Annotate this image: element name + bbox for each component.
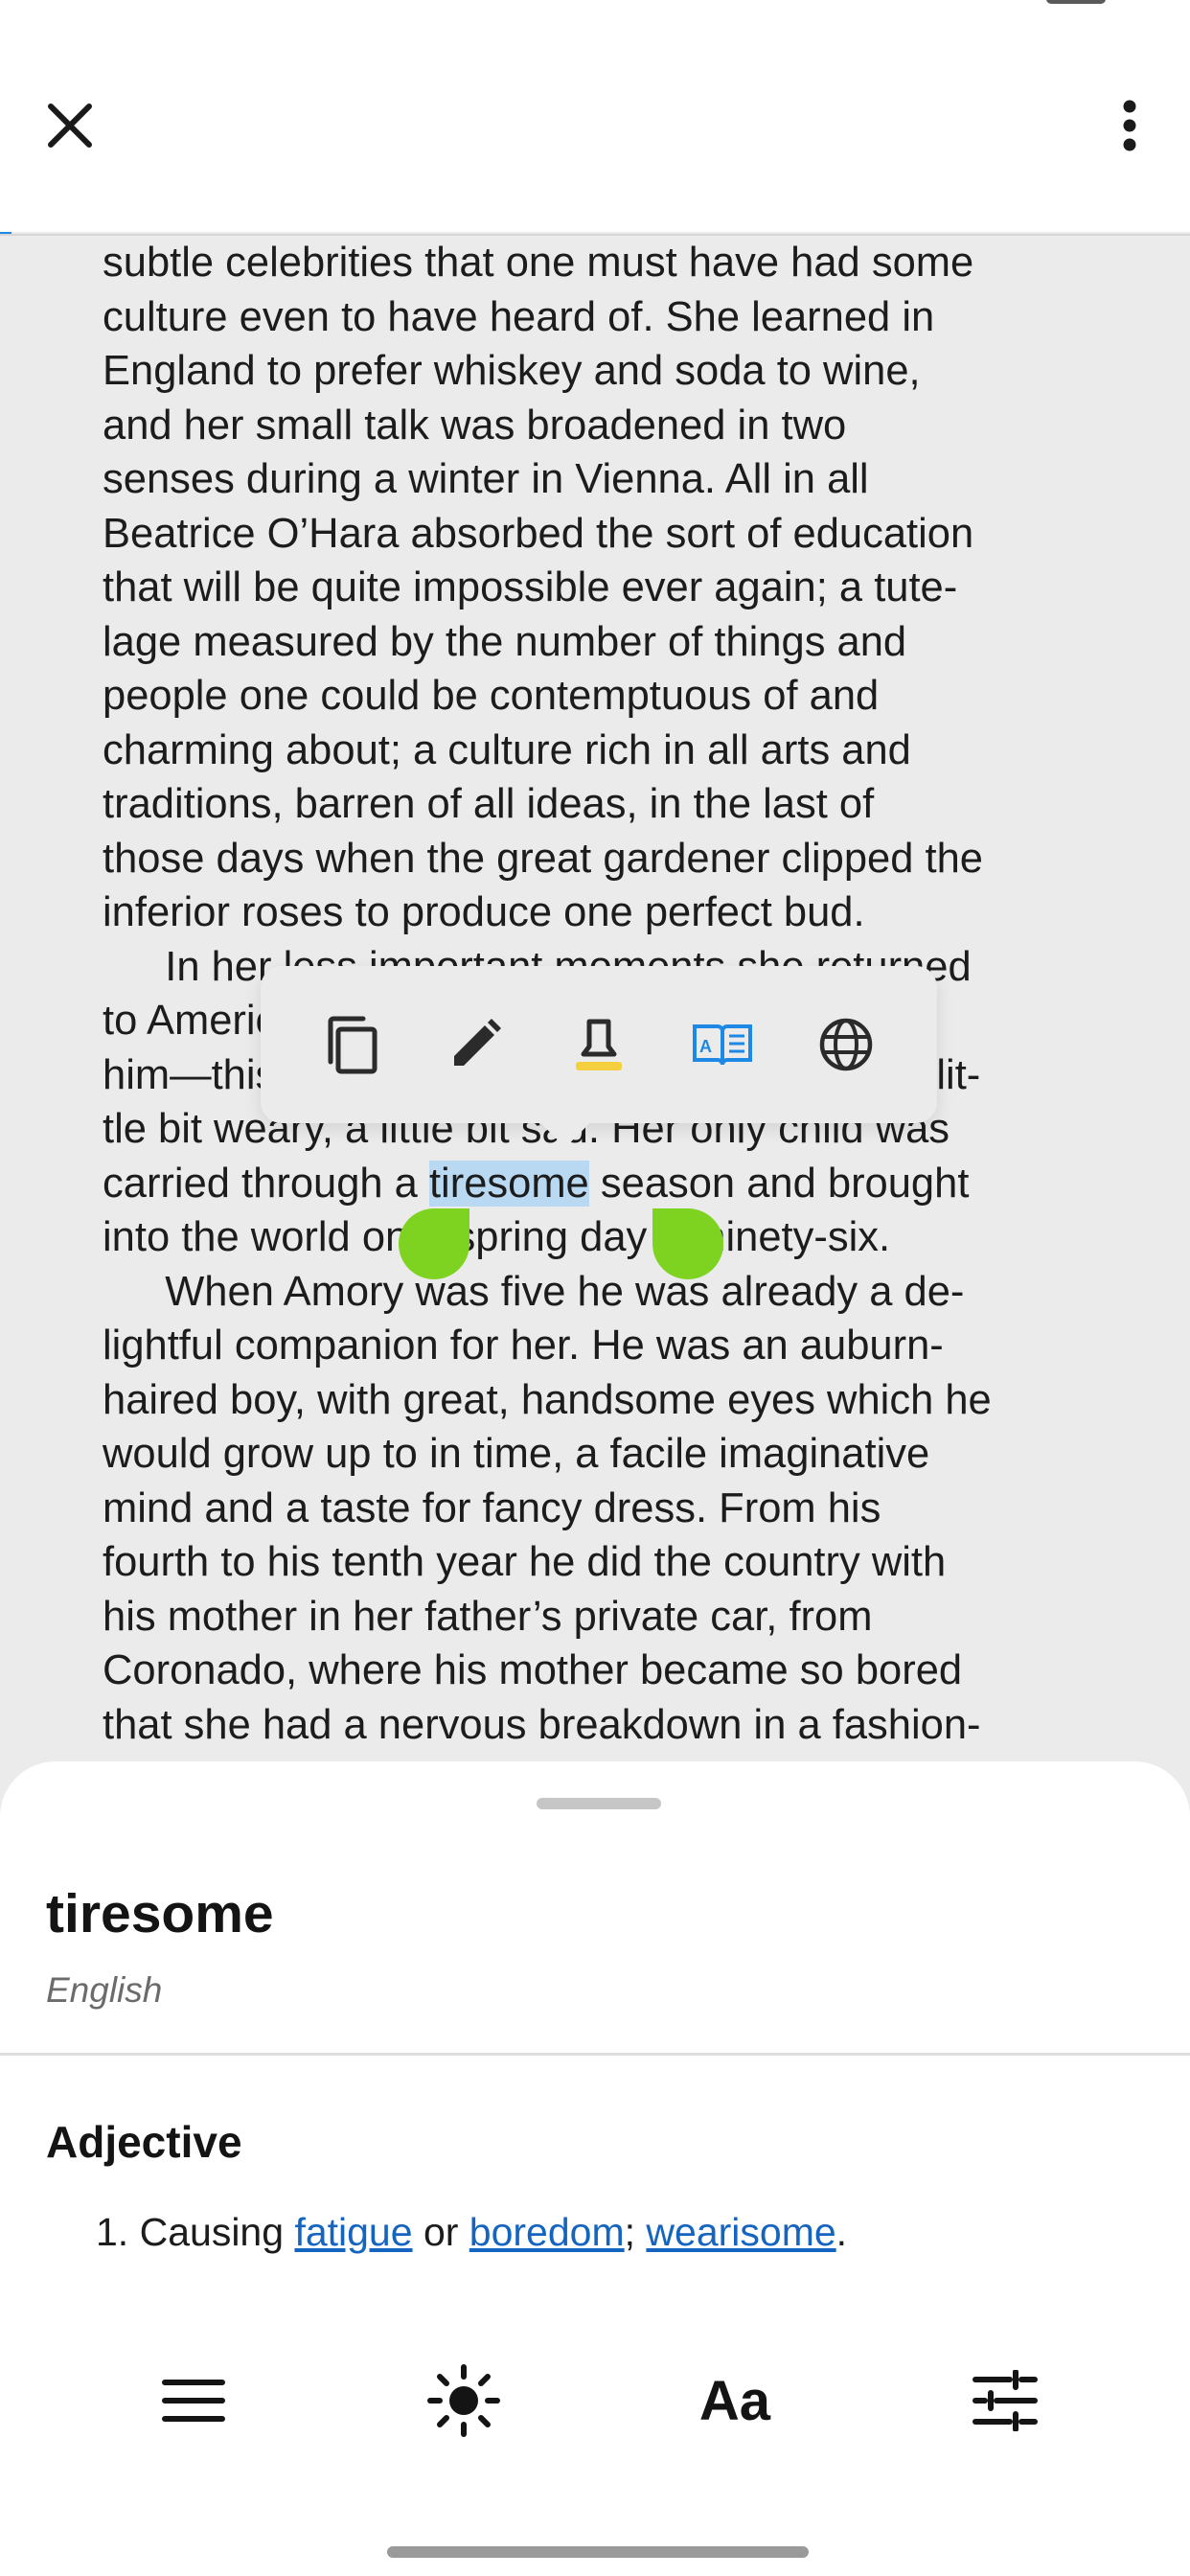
more-options-button[interactable] [1096, 92, 1163, 159]
settings-button[interactable] [952, 2348, 1058, 2453]
text-line: fourth to his tenth year he did the coun… [103, 1539, 947, 1585]
text-line: lage measured by the number of things an… [103, 618, 907, 665]
top-app-bar [0, 0, 1190, 232]
brightness-button[interactable] [411, 2348, 516, 2453]
divider [0, 2053, 1190, 2056]
definition-entry: 1. Causing fatigue or boredom; wearisome… [96, 2210, 847, 2255]
text-line: inferior roses to produce one perfect bu… [103, 889, 865, 935]
text-line: haired boy, with great, handsome eyes wh… [103, 1376, 992, 1423]
selected-text-line: carried through a tiresome season and br… [103, 1157, 1099, 1211]
add-note-button[interactable] [437, 1006, 514, 1083]
font-settings-button[interactable]: Aa [682, 2348, 788, 2453]
text-line: his mother in her father’s private car, … [103, 1593, 873, 1640]
link-wearisome[interactable]: wearisome [646, 2210, 835, 2254]
highlight-icon [575, 1019, 622, 1070]
reader-toolbar: Aa [0, 2348, 1190, 2463]
text-line: those days when the great gardener clipp… [103, 835, 983, 882]
status-indicator [1046, 0, 1106, 4]
close-button[interactable] [36, 92, 103, 159]
text-line: traditions, barren of all ideas, in the … [103, 781, 875, 827]
settings-sliders-icon [973, 2370, 1038, 2431]
link-boredom[interactable]: boredom [469, 2210, 625, 2254]
close-icon [48, 104, 92, 148]
definition-text: Causing [139, 2210, 295, 2254]
home-indicator[interactable] [387, 2546, 809, 2558]
text-line: England to prefer whiskey and soda to wi… [103, 348, 921, 394]
selection-start-handle[interactable] [399, 1208, 469, 1279]
brightness-icon [427, 2364, 500, 2437]
selection-popup: A [261, 966, 937, 1123]
copy-icon [328, 1016, 378, 1074]
text-line: mind and a taste for fancy dress. From h… [103, 1484, 881, 1531]
contents-button[interactable] [141, 2348, 246, 2453]
definition-word: tiresome [46, 1883, 274, 1944]
dictionary-icon: A [693, 1024, 753, 1066]
text-line: When Amory was five he was already a de- [103, 1268, 965, 1315]
definition-number: 1. [96, 2210, 129, 2254]
text-after-selection: season and brought [588, 1160, 970, 1207]
selected-word[interactable]: tiresome [428, 1160, 589, 1207]
text-line: Beatrice O’Hara absorbed the sort of edu… [103, 510, 974, 557]
sheet-drag-handle[interactable] [537, 1798, 661, 1809]
text-line: lightful companion for her. He was an au… [103, 1322, 944, 1368]
text-line: into the world on a spring day in ninety… [103, 1214, 891, 1260]
selection-end-handle[interactable] [652, 1208, 723, 1279]
dictionary-button[interactable]: A [684, 1006, 761, 1083]
edit-note-icon [453, 1019, 501, 1066]
text-line: that she had a nervous breakdown in a fa… [103, 1701, 981, 1748]
text-line: people one could be contemptuous of and [103, 673, 880, 719]
contents-menu-icon [162, 2380, 225, 2422]
text-line: senses during a winter in Vienna. All in… [103, 456, 869, 502]
text-line: culture even to have heard of. She learn… [103, 293, 935, 340]
translate-button[interactable] [808, 1006, 884, 1083]
definition-text: ; [624, 2210, 647, 2254]
text-line: Coronado, where his mother became so bor… [103, 1647, 963, 1693]
text-before-selection: carried through a [103, 1160, 429, 1207]
more-vertical-icon [1123, 100, 1136, 151]
text-line: that will be quite impossible ever again… [103, 564, 958, 610]
text-line: would grow up to in time, a facile imagi… [103, 1431, 930, 1477]
definition-text: or [412, 2210, 469, 2254]
link-fatigue[interactable]: fatigue [294, 2210, 412, 2254]
text-line: and her small talk was broadened in two [103, 402, 847, 448]
definition-language: English [46, 1970, 163, 2010]
copy-button[interactable] [313, 1006, 390, 1083]
svg-text:A: A [699, 1037, 712, 1056]
highlight-button[interactable] [561, 1006, 637, 1083]
text-line: charming about; a culture rich in all ar… [103, 726, 911, 773]
text-line: subtle celebrities that one must have ha… [103, 240, 974, 286]
translate-globe-icon [820, 1018, 873, 1071]
part-of-speech: Adjective [46, 2117, 242, 2167]
definition-text: . [835, 2210, 848, 2254]
